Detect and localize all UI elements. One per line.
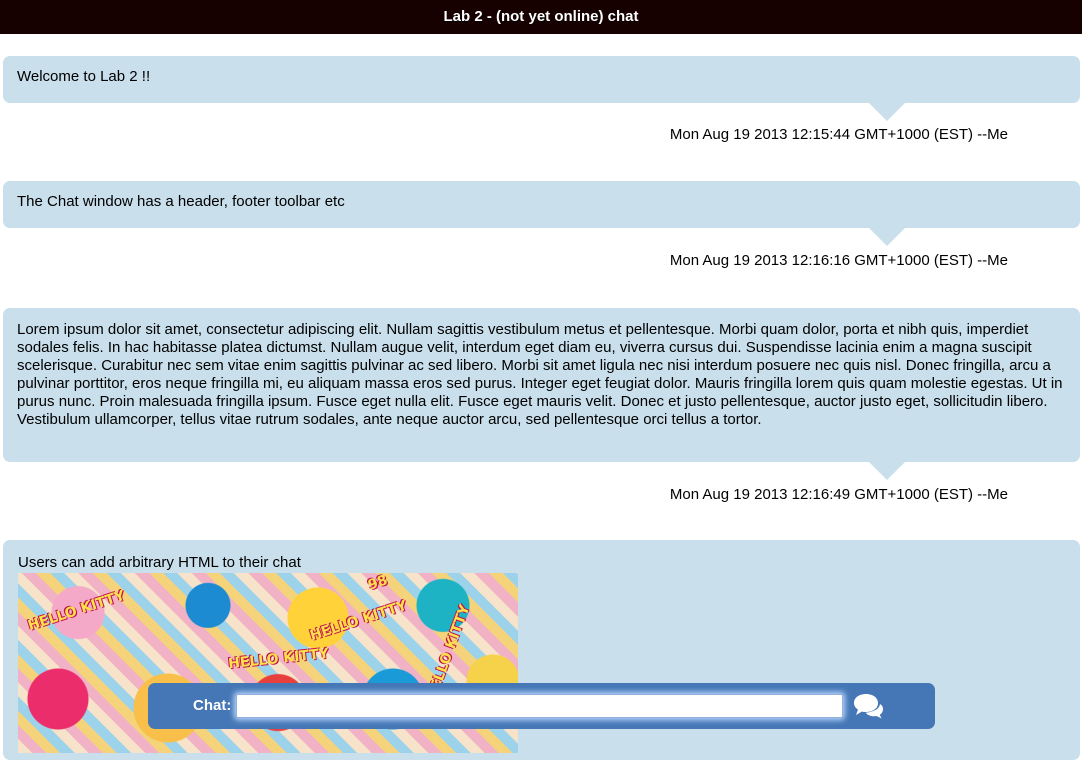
- page-header: Lab 2 - (not yet online) chat: [0, 0, 1082, 34]
- bubble-tail: [869, 228, 905, 246]
- page-title: Lab 2 - (not yet online) chat: [443, 8, 639, 25]
- comments-icon: [854, 694, 883, 719]
- message-meta: Mon Aug 19 2013 12:16:49 GMT+1000 (EST) …: [669, 486, 1008, 503]
- message-text: Lorem ipsum dolor sit amet, consectetur …: [17, 321, 1063, 428]
- message-text: Welcome to Lab 2 !!: [17, 68, 151, 85]
- chat-input[interactable]: [236, 694, 843, 718]
- send-button[interactable]: [851, 692, 885, 720]
- bubble-tail: [869, 103, 905, 121]
- bubble-tail: [869, 462, 905, 480]
- message-text: The Chat window has a header, footer too…: [17, 193, 345, 210]
- chat-message-bubble: Welcome to Lab 2 !!: [3, 56, 1080, 121]
- sticker-text: HELLO KITTY: [307, 597, 410, 645]
- sticker-text: HELLO KITTY: [227, 645, 330, 673]
- message-meta: Mon Aug 19 2013 12:15:44 GMT+1000 (EST) …: [669, 126, 1008, 143]
- chat-label: Chat:: [193, 697, 232, 714]
- message-meta: Mon Aug 19 2013 12:16:16 GMT+1000 (EST) …: [669, 252, 1008, 269]
- footer-toolbar: Chat:: [148, 683, 935, 729]
- chat-message-bubble: Lorem ipsum dolor sit amet, consectetur …: [3, 308, 1080, 480]
- sticker-text: HELLO KITTY: [25, 587, 128, 635]
- chat-message-bubble: The Chat window has a header, footer too…: [3, 181, 1080, 246]
- message-text: Users can add arbitrary HTML to their ch…: [18, 554, 301, 571]
- sticker-text: 98: [366, 573, 390, 594]
